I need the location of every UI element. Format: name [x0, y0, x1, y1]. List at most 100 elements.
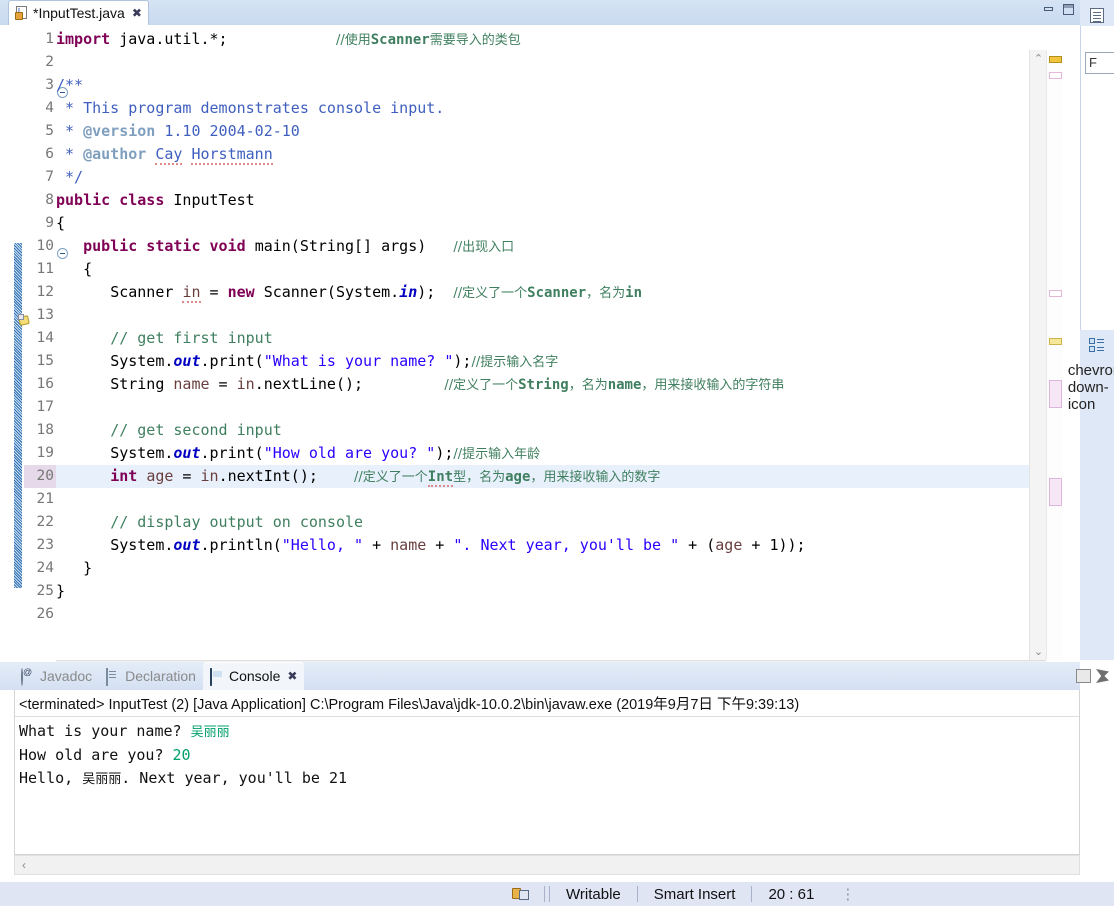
- line-number: 3: [45, 77, 54, 93]
- right-dock: F chevron-down-icon: [1068, 0, 1114, 660]
- line-number: 13: [36, 307, 54, 323]
- code-line[interactable]: public static void main(String[] args) /…: [56, 235, 514, 258]
- console-tab-declaration[interactable]: Declaration: [99, 662, 203, 690]
- change-bar-gutter: [14, 25, 22, 635]
- console-cjk-text: 吴丽丽: [82, 772, 122, 787]
- line-number: 11: [36, 261, 54, 277]
- code-line[interactable]: String name = in.nextLine(); //定义了一个Stri…: [56, 373, 784, 396]
- outline-view-tab[interactable]: [1082, 2, 1112, 28]
- code-line[interactable]: // get first input: [56, 327, 273, 350]
- code-line[interactable]: /**: [56, 74, 83, 97]
- status-bar: Writable Smart Insert 20 : 61 ⋮: [0, 882, 1114, 906]
- outline-panel: F: [1080, 26, 1114, 356]
- overview-warning-marker: [1049, 56, 1062, 63]
- code-line[interactable]: */: [56, 166, 83, 189]
- code-line[interactable]: {: [56, 258, 92, 281]
- code-line[interactable]: int age = in.nextInt(); //定义了一个Int型，名为ag…: [56, 465, 660, 488]
- console-horizontal-scrollbar[interactable]: ‹: [14, 855, 1080, 875]
- code-line[interactable]: {: [56, 212, 65, 235]
- line-number: 9: [45, 215, 54, 231]
- console-user-input: 20: [172, 746, 191, 764]
- console-user-input: 吴丽丽: [190, 725, 230, 740]
- javadoc-icon: [21, 668, 36, 686]
- console-tab-strip: Javadoc Declaration Console ✖: [0, 662, 1080, 690]
- console-line: Hello, 吴丽丽. Next year, you'll be 21: [19, 767, 1075, 791]
- close-icon[interactable]: ✖: [132, 6, 142, 20]
- code-line[interactable]: }: [56, 557, 92, 580]
- line-number: 18: [36, 422, 54, 438]
- code-line[interactable]: * @version 1.10 2004-02-10: [56, 120, 300, 143]
- outline-filter-input[interactable]: F: [1085, 52, 1114, 74]
- change-bar: [14, 243, 22, 588]
- console-output-area[interactable]: <terminated> InputTest (2) [Java Applica…: [14, 690, 1080, 855]
- console-tab-javadoc[interactable]: Javadoc: [14, 662, 99, 690]
- code-editor[interactable]: 1 2 3 4 5 6 7 8 9 10 11 12 13 14 15 16 17 18 19 20 21 22 23 24 2…: [0, 25, 1080, 680]
- line-number: 20: [24, 465, 56, 488]
- java-file-icon: J: [15, 6, 29, 20]
- overview-occurrence-marker: [1049, 380, 1062, 408]
- console-line: What is your name? 吴丽丽: [19, 720, 1075, 744]
- outline-dock-footer: chevron-down-icon: [1068, 330, 1114, 450]
- line-number: 23: [36, 537, 54, 553]
- overview-warning-marker: [1049, 338, 1062, 345]
- line-number: 16: [36, 376, 54, 392]
- divider: [751, 886, 753, 902]
- line-number: 8: [45, 192, 54, 208]
- chevron-down-icon[interactable]: chevron-down-icon: [1068, 362, 1114, 413]
- overview-occurrence-marker: [1049, 290, 1062, 297]
- line-number: 24: [36, 560, 54, 576]
- editor-tab-inputtest-java[interactable]: J *InputTest.java ✖: [8, 0, 149, 25]
- console-panel: Javadoc Declaration Console ✖ <terminated> …: [0, 662, 1114, 882]
- minimize-icon[interactable]: [1042, 3, 1056, 16]
- declaration-icon: [106, 668, 121, 686]
- console-tab-console[interactable]: Console ✖: [202, 662, 305, 690]
- code-line[interactable]: * This program demonstrates console inpu…: [56, 97, 444, 120]
- code-line[interactable]: import java.util.*; //使用Scanner需要导入的类包: [56, 28, 521, 51]
- line-number: 17: [36, 399, 54, 415]
- code-line[interactable]: Scanner in = new Scanner(System.in); //定…: [56, 281, 642, 304]
- scroll-up-icon[interactable]: ⌃: [1030, 50, 1047, 67]
- line-number: 1: [45, 31, 54, 47]
- line-number: 6: [45, 146, 54, 162]
- code-line[interactable]: System.out.print("How old are you? ");//…: [56, 442, 540, 465]
- code-line[interactable]: System.out.println("Hello, " + name + ".…: [56, 534, 805, 557]
- maximize-icon[interactable]: [1062, 3, 1076, 16]
- console-prompt-text: What is your name?: [19, 722, 191, 740]
- status-overflow-icon[interactable]: ⋮: [828, 885, 857, 903]
- line-number: 14: [36, 330, 54, 346]
- line-number: 12: [36, 284, 54, 300]
- editor-area: J *InputTest.java ✖: [0, 0, 1080, 680]
- scroll-left-icon[interactable]: ‹: [22, 858, 26, 872]
- code-text[interactable]: import java.util.*; //使用Scanner需要导入的类包 /*…: [56, 25, 1046, 635]
- code-line[interactable]: }: [56, 580, 65, 603]
- line-number: 26: [36, 606, 54, 622]
- outline-structure-icon[interactable]: [1089, 338, 1105, 352]
- code-line[interactable]: System.out.print("What is your name? ");…: [56, 350, 558, 373]
- console-toolbar: [1076, 662, 1114, 690]
- editor-state-icon: [510, 886, 532, 902]
- code-line[interactable]: public class InputTest: [56, 189, 255, 212]
- line-number: 10: [36, 238, 54, 254]
- overview-ruler[interactable]: [1046, 50, 1063, 660]
- line-number-ruler: 1 2 3 4 5 6 7 8 9 10 11 12 13 14 15 16 17 18 19 20 21 22 23 24 2…: [22, 25, 56, 635]
- line-number: 25: [36, 583, 54, 599]
- close-icon[interactable]: ✖: [287, 669, 297, 683]
- divider: [636, 886, 638, 902]
- editor-tab-label: *InputTest.java: [33, 5, 125, 21]
- code-line[interactable]: // display output on console: [56, 511, 363, 534]
- code-line[interactable]: // get second input: [56, 419, 282, 442]
- code-line[interactable]: * @author Cay Horstmann: [56, 143, 273, 166]
- console-tab-label: Javadoc: [40, 668, 93, 684]
- scroll-down-icon[interactable]: ⌄: [1030, 643, 1047, 660]
- editor-tab-strip: J *InputTest.java ✖: [0, 0, 1080, 25]
- terminate-icon[interactable]: [1076, 669, 1091, 683]
- remove-launch-icon[interactable]: [1096, 669, 1109, 683]
- status-cursor-position: 20 : 61: [768, 885, 815, 903]
- console-prompt-text: How old are you?: [19, 746, 173, 764]
- console-tab-label: Declaration: [125, 668, 196, 684]
- console-prompt-text: Hello,: [19, 769, 83, 787]
- editor-vertical-scrollbar[interactable]: ⌃ ⌄: [1029, 50, 1046, 660]
- line-number: 7: [45, 169, 54, 185]
- console-tab-label: Console: [228, 668, 281, 684]
- overview-occurrence-marker: [1049, 478, 1062, 506]
